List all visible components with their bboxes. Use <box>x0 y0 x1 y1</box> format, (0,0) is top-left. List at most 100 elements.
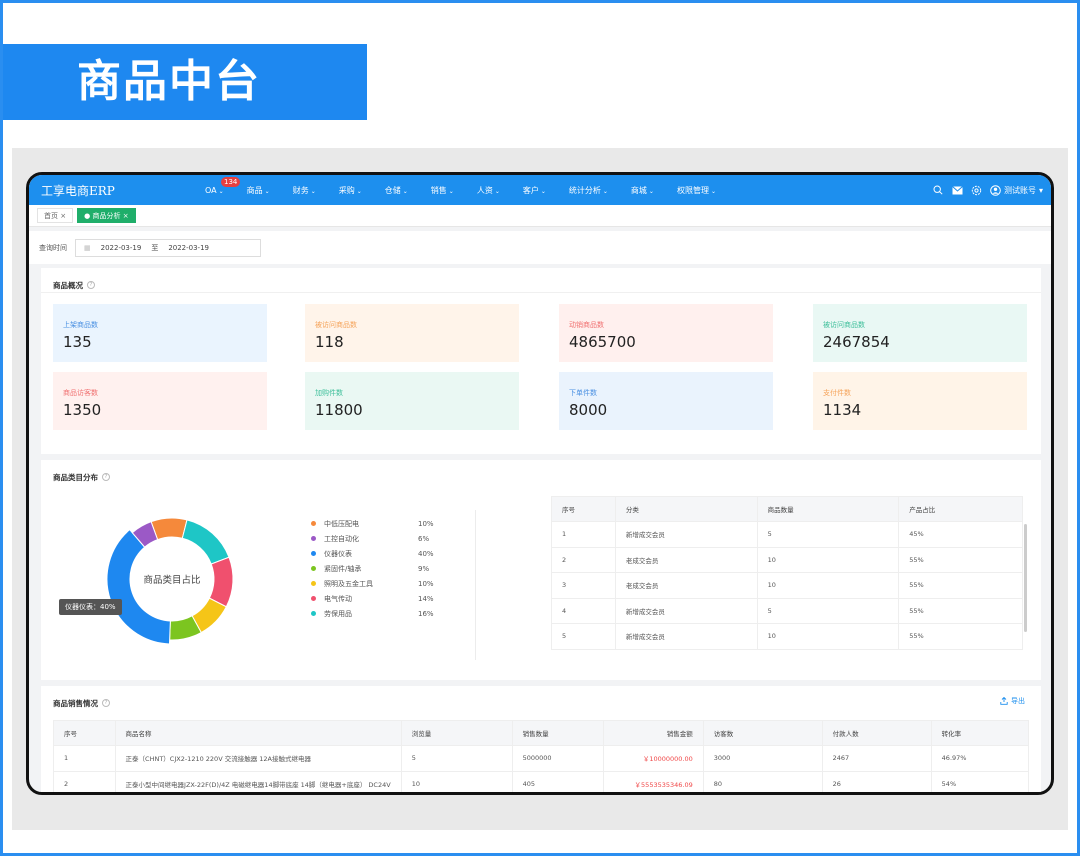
mail-icon[interactable] <box>952 185 963 196</box>
nav-item-7[interactable]: 客户 ⌄ <box>523 185 546 196</box>
help-icon[interactable]: ? <box>102 473 110 481</box>
stat-card: 商品访客数 1350 <box>53 372 267 430</box>
donut-slice-6[interactable] <box>181 519 230 565</box>
search-icon[interactable] <box>933 185 944 196</box>
table-cell: 新增成交会员 <box>614 623 758 650</box>
column-header[interactable]: 商品数量 <box>756 496 900 522</box>
category-card: 商品类目分布 ? 商品类目占比 仪器仪表：40% 中低压配电 10% 工控自动化 6%… <box>41 460 1041 680</box>
nav-item-label: OA <box>205 185 217 195</box>
settings-icon[interactable] <box>971 185 982 196</box>
nav-item-9[interactable]: 商城 ⌄ <box>631 185 654 196</box>
column-header[interactable]: 付款人数 <box>821 720 932 746</box>
legend-label: 电气传动 <box>324 594 352 603</box>
page-tabs: 首页 × ● 商品分析 × <box>29 205 1051 227</box>
app-logo[interactable]: 工享电商ERP <box>29 182 205 199</box>
user-menu[interactable]: 测试账号 ▾ <box>990 184 1043 196</box>
legend-dot <box>311 611 316 616</box>
table-row: 4 新增成交会员 5 55% <box>551 597 1023 624</box>
nav-item-10[interactable]: 权限管理 ⌄ <box>677 185 716 196</box>
chevron-down-icon: ⌄ <box>710 187 716 195</box>
stat-card: 下单件数 8000 <box>559 372 773 430</box>
table-scrollbar[interactable] <box>1024 524 1027 632</box>
legend-item[interactable]: 仪器仪表 40% <box>311 546 434 561</box>
help-icon[interactable]: ? <box>102 699 110 707</box>
legend-item[interactable]: 中低压配电 10% <box>311 516 434 531</box>
table-cell: 新增成交会员 <box>614 521 758 548</box>
column-header[interactable]: 销售金额 <box>603 720 704 746</box>
export-icon <box>1000 697 1008 705</box>
chart-tooltip: 仪器仪表：40% <box>59 599 122 615</box>
nav-item-6[interactable]: 人资 ⌄ <box>477 185 500 196</box>
chevron-down-icon: ⌄ <box>448 187 454 195</box>
legend-label: 照明及五金工具 <box>324 579 373 588</box>
table-row: 2 正泰小型中间继电器JZX-22F(D)/4Z 电磁继电器14脚带底座 14脚（… <box>53 770 1029 792</box>
column-header[interactable]: 产品占比 <box>898 496 1023 522</box>
column-header[interactable]: 序号 <box>551 496 616 522</box>
tab-home[interactable]: 首页 × <box>37 208 74 223</box>
table-cell: 正泰小型中间继电器JZX-22F(D)/4Z 电磁继电器14脚带底座 14脚（继… <box>114 770 402 792</box>
table-cell: 1 <box>551 521 616 548</box>
date-range-picker[interactable]: ▦ 2022-03-19 至 2022-03-19 <box>75 238 261 257</box>
table-cell: 新增成交会员 <box>614 597 758 624</box>
calendar-icon: ▦ <box>84 243 91 252</box>
legend-item[interactable]: 电气传动 14% <box>311 591 434 606</box>
column-header[interactable]: 商品名称 <box>114 720 402 746</box>
nav-item-8[interactable]: 统计分析 ⌄ <box>569 185 608 196</box>
table-cell: 55% <box>898 546 1023 573</box>
chevron-down-icon: ⌄ <box>402 187 408 195</box>
column-header[interactable]: 分类 <box>614 496 758 522</box>
nav-right-tools: 测试账号 ▾ <box>933 175 1043 205</box>
close-icon[interactable]: × <box>123 212 129 220</box>
nav-item-0[interactable]: OA ⌄ 134 <box>205 176 241 195</box>
legend-item[interactable]: 照明及五金工具 10% <box>311 576 434 591</box>
export-button[interactable]: 导出 <box>1000 696 1025 706</box>
nav-item-label: 客户 <box>522 185 539 195</box>
nav-item-label: 仓储 <box>384 185 401 195</box>
table-cell: 2467 <box>821 745 932 772</box>
table-cell: 5 <box>400 745 513 772</box>
table-cell: 55% <box>898 597 1023 624</box>
query-bar: 查询时间 ▦ 2022-03-19 至 2022-03-19 <box>29 231 1051 264</box>
legend-item[interactable]: 工控自动化 6% <box>311 531 434 546</box>
category-title: 商品类目分布 ? <box>41 460 1041 484</box>
legend-value: 16% <box>418 609 434 618</box>
nav-item-1[interactable]: 商品 ⌄ <box>247 185 270 196</box>
nav-item-label: 销售 <box>430 185 447 195</box>
column-header[interactable]: 序号 <box>53 720 116 746</box>
chevron-down-icon: ⌄ <box>602 187 608 195</box>
overview-card: 商品概况 ? 上架商品数 135 被访问商品数 118 动销商品数 4865700 被访问商… <box>41 268 1041 454</box>
stat-card: 动销商品数 4865700 <box>559 304 773 362</box>
nav-item-4[interactable]: 仓储 ⌄ <box>385 185 408 196</box>
nav-item-5[interactable]: 销售 ⌄ <box>431 185 454 196</box>
user-name: 测试账号 <box>1003 185 1036 195</box>
sales-table-wrap: 序号 商品名称 浏览量 销售数量 销售金额 访客数 付款人数 转化率 1 正泰（CHNT）CJX2… <box>53 720 1029 792</box>
tab-product-analysis[interactable]: ● 商品分析 × <box>77 208 136 223</box>
close-icon[interactable]: × <box>60 212 66 220</box>
nav-item-3[interactable]: 采购 ⌄ <box>339 185 362 196</box>
column-header[interactable]: 访客数 <box>702 720 823 746</box>
donut-chart: 商品类目占比 <box>97 504 247 654</box>
column-header[interactable]: 浏览量 <box>400 720 513 746</box>
legend-item[interactable]: 劳保用品 16% <box>311 606 434 621</box>
stat-card: 被访问商品数 2467854 <box>813 304 1027 362</box>
date-separator: 至 <box>151 243 159 252</box>
table-row: 2 老成交会员 10 55% <box>551 546 1023 573</box>
user-icon <box>990 184 1001 196</box>
nav-item-label: 统计分析 <box>568 185 601 195</box>
table-header-row: 序号 商品名称 浏览量 销售数量 销售金额 访客数 付款人数 转化率 <box>53 720 1029 746</box>
table-cell: 46.97% <box>930 745 1029 772</box>
legend-item[interactable]: 紧固件/轴承 9% <box>311 561 434 576</box>
stat-card: 支付件数 1134 <box>813 372 1027 430</box>
nav-item-2[interactable]: 财务 ⌄ <box>293 185 316 196</box>
notification-badge: 134 <box>221 176 241 187</box>
stat-label: 商品访客数 <box>63 389 98 397</box>
column-header[interactable]: 销售数量 <box>511 720 605 746</box>
help-icon[interactable]: ? <box>87 281 95 289</box>
donut-center-label: 商品类目占比 <box>143 575 201 586</box>
legend-value: 10% <box>418 519 434 528</box>
donut-slice-2[interactable] <box>106 528 171 645</box>
column-header[interactable]: 转化率 <box>930 720 1029 746</box>
legend-value: 14% <box>418 594 434 603</box>
table-cell: 5 <box>756 597 900 624</box>
category-table: 序号 分类 商品数量 产品占比 1 新增成交会员 5 45% 2 老成交会员 10 55% 3 老成交会员… <box>551 496 1023 650</box>
